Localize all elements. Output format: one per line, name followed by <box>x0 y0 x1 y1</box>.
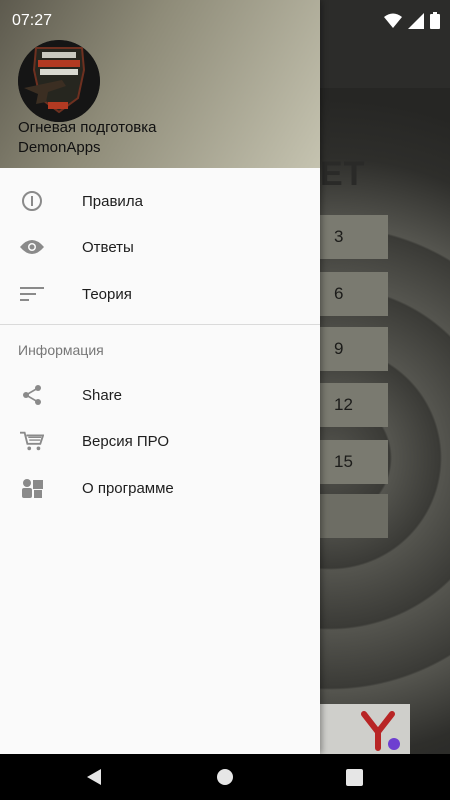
battery-icon <box>430 12 440 34</box>
eye-icon <box>20 235 44 259</box>
background-button-empty[interactable] <box>320 494 388 538</box>
menu-label-answers: Ответы <box>82 238 134 256</box>
info-icon <box>20 189 44 213</box>
drawer-app-name: Огневая подготовка <box>18 119 157 136</box>
sort-lines-icon <box>20 282 44 306</box>
section-title-info: Информация <box>18 342 104 358</box>
wifi-icon <box>384 13 402 34</box>
app-logo-avatar <box>18 40 100 122</box>
menu-item-share[interactable]: Share <box>0 372 320 418</box>
menu-label-rules: Правила <box>82 192 143 210</box>
menu-label-share: Share <box>82 386 123 404</box>
share-icon <box>20 383 44 407</box>
menu-item-about[interactable]: О программе <box>0 465 320 511</box>
status-time: 07:27 <box>12 12 53 29</box>
menu-label-pro-version: Версия ПРО <box>82 432 169 450</box>
menu-item-theory[interactable]: Теория <box>0 271 320 317</box>
background-button-3[interactable]: 3 <box>320 215 388 259</box>
menu-item-rules[interactable]: Правила <box>0 178 320 224</box>
ad-logo-icon <box>358 708 404 752</box>
background-button-9[interactable]: 9 <box>320 327 388 371</box>
drawer-divider <box>0 324 320 325</box>
people-icon <box>20 476 44 500</box>
drawer-developer-name: DemonApps <box>18 139 101 156</box>
background-button-12[interactable]: 12 <box>320 383 388 427</box>
signal-icon <box>408 12 424 34</box>
menu-item-pro-version[interactable]: Версия ПРО <box>0 418 320 464</box>
home-icon[interactable] <box>213 765 237 789</box>
background-button-15[interactable]: 15 <box>320 440 388 484</box>
status-icons <box>384 12 440 34</box>
menu-label-about: О программе <box>82 479 174 497</box>
background-button-6[interactable]: 6 <box>320 272 388 316</box>
cart-icon <box>20 429 44 453</box>
background-title: ЕТ <box>320 155 366 193</box>
menu-label-theory: Теория <box>82 285 132 303</box>
system-navigation-bar <box>0 754 450 800</box>
recents-icon[interactable] <box>342 765 366 789</box>
menu-item-answers[interactable]: Ответы <box>0 224 320 270</box>
navigation-drawer: Огневая подготовка DemonApps Правила Отв… <box>0 0 320 754</box>
back-icon[interactable] <box>82 765 106 789</box>
status-bar: 07:27 <box>0 0 450 44</box>
